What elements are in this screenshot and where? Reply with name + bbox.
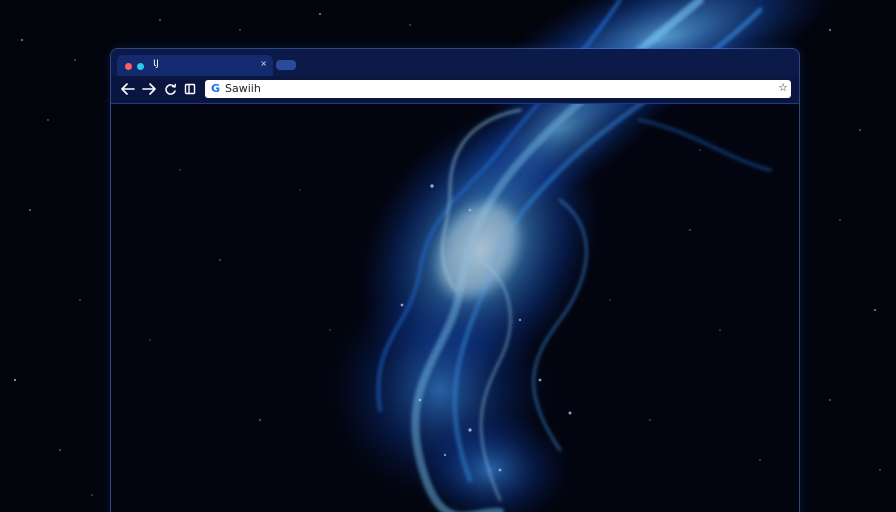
reload-icon[interactable] (161, 80, 179, 98)
tab-strip: ƖJ × (111, 49, 799, 76)
new-tab-button[interactable] (276, 60, 296, 70)
tab-title: ƖJ (153, 59, 159, 69)
address-input[interactable]: Sawiih (225, 82, 261, 96)
address-bar[interactable]: G Sawiih ☆ (205, 80, 791, 98)
forward-arrow-icon[interactable] (140, 80, 158, 98)
browser-toolbar: G Sawiih ☆ (111, 76, 799, 104)
browser-tab[interactable]: ƖJ × (117, 55, 273, 76)
desktop: ƖJ × G Sawiih ☆ (0, 0, 896, 512)
minimize-window-dot[interactable] (137, 63, 144, 70)
bookmark-star-icon[interactable]: ☆ (778, 81, 788, 95)
page-viewport[interactable] (111, 104, 799, 512)
browser-window: ƖJ × G Sawiih ☆ (110, 48, 800, 512)
search-engine-icon: G (211, 82, 221, 95)
tab-close-icon[interactable]: × (260, 59, 267, 68)
close-window-dot[interactable] (125, 63, 132, 70)
tab-overview-icon[interactable] (181, 80, 199, 98)
back-arrow-icon[interactable] (119, 80, 137, 98)
